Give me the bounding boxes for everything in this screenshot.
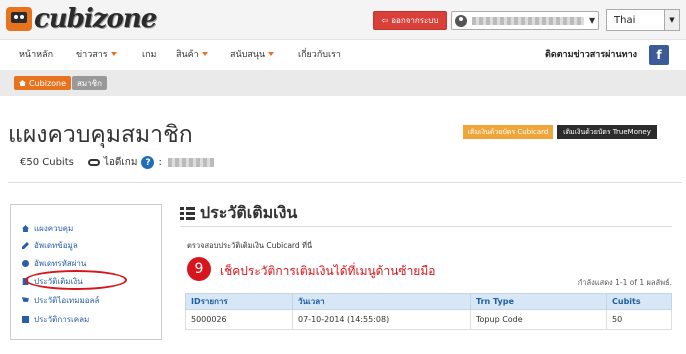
divider (180, 226, 672, 227)
nav-item-label: เกี่ยวกับเรา (298, 50, 341, 60)
sidebar-item-label: อัพเดทรหัสผ่าน (34, 259, 87, 268)
page-title: แผงควบคุมสมาชิก (8, 122, 193, 148)
list-icon (180, 207, 195, 220)
breadcrumb-current: สมาชิก (72, 76, 107, 90)
logout-label: ออกจากระบบ (391, 16, 439, 25)
cell-id: 5000026 (185, 309, 293, 330)
sidebar-item-update-password[interactable]: อัพเดทรหัสผ่าน (22, 257, 86, 270)
nav-item-support[interactable]: สนับสนุน (230, 47, 275, 61)
chevron-down-icon: ▼ (664, 10, 679, 30)
logout-button[interactable]: ⇦ ออกจากระบบ (373, 11, 447, 30)
logout-icon: ⇦ (381, 16, 389, 25)
gamepad-icon (87, 159, 100, 166)
annotation-highlight-oval (25, 270, 127, 290)
topup-history-table: IDรายการ วันเวลา Trn Type Cubits 5000026… (185, 293, 672, 330)
sidebar-item-update-profile[interactable]: อัพเดทข้อมูล (22, 239, 78, 252)
table-header-row: IDรายการ วันเวลา Trn Type Cubits (185, 293, 672, 310)
section-title-text: ประวัติเติมเงิน (200, 203, 298, 222)
sidebar-item-label: ประวัติไอเทมมอลล์ (34, 296, 100, 305)
section-description: ตรวจสอบประวัติเติมเงิน Cubicard ที่นี่ (187, 241, 313, 250)
caret-down-icon (110, 52, 117, 56)
nav-item-label: หน้าหลัก (19, 50, 54, 60)
gift-icon (22, 316, 29, 323)
main-nav: หน้าหลัก ข่าวสาร เกม สินค้า สนับสนุน เกี… (0, 41, 686, 66)
nav-item-label: สินค้า (176, 50, 199, 60)
follow-us-label: ติดตามข่าวสารผ่านทาง (545, 50, 638, 60)
game-id-redacted (167, 158, 214, 167)
column-header-id[interactable]: IDรายการ (185, 293, 293, 310)
topup-cubicard-button[interactable]: เติมเงินด้วยบัตร Cubicard (463, 125, 553, 139)
section-title: ประวัติเติมเงิน (180, 201, 297, 226)
language-select[interactable]: Thai ▼ (606, 9, 680, 31)
sidebar-item-label: ประวัติการเคลม (34, 315, 90, 324)
breadcrumb-home-label: Cubizone (29, 78, 67, 88)
logo-text: cubizone (34, 4, 157, 34)
sidebar-item-dashboard[interactable]: แผงควบคุม (22, 222, 73, 235)
annotation-step-text: เช็คประวัติการเติมเงินได้ที่เมนูด้านซ้าย… (220, 264, 436, 278)
sidebar-item-label: แผงควบคุม (34, 224, 74, 233)
annotation-step-number: 9 (187, 257, 211, 281)
sidebar-item-itemmall-history[interactable]: ประวัติไอเทมมอลล์ (22, 294, 99, 307)
caret-down-icon (268, 52, 275, 56)
site-logo[interactable]: cubizone (6, 4, 157, 34)
facebook-icon[interactable]: f (649, 45, 669, 65)
nav-item-about[interactable]: เกี่ยวกับเรา (298, 47, 341, 61)
nav-item-news[interactable]: ข่าวสาร (76, 47, 117, 61)
sidebar-item-claim-history[interactable]: ประวัติการเคลม (22, 313, 89, 326)
profile-summary: €50 Cubits ไอดีเกม ? : (20, 155, 214, 170)
chevron-down-icon: ▼ (589, 16, 596, 25)
game-id-colon: : (158, 157, 162, 168)
nav-item-products[interactable]: สินค้า (176, 47, 208, 61)
logo-icon (6, 7, 32, 31)
cubits-balance: €50 Cubits (20, 157, 74, 168)
nav-item-label: เกม (142, 50, 157, 60)
top-bar: cubizone ⇦ ออกจากระบบ ▼ Thai ▼ (0, 0, 686, 40)
column-header-datetime[interactable]: วันเวลา (292, 293, 471, 310)
cart-icon (22, 297, 29, 302)
help-icon[interactable]: ? (141, 156, 155, 169)
cell-trn-type: Topup Code (470, 309, 607, 330)
breadcrumb: Cubizone สมาชิก (0, 70, 686, 96)
sidebar-item-label: อัพเดทข้อมูล (34, 241, 78, 250)
breadcrumb-home[interactable]: Cubizone (14, 76, 72, 90)
cell-datetime: 07-10-2014 (14:55:08) (292, 309, 471, 330)
divider (8, 182, 682, 183)
cell-cubits: 50 (606, 309, 672, 330)
table-row: 5000026 07-10-2014 (14:55:08) Topup Code… (185, 309, 672, 330)
user-account-select[interactable]: ▼ (451, 11, 599, 30)
user-icon (455, 14, 467, 27)
results-count: กำลังแสดง 1-1 of 1 ผลลัพธ์. (577, 278, 672, 287)
column-header-trn-type[interactable]: Trn Type (470, 293, 607, 310)
nav-item-games[interactable]: เกม (142, 47, 156, 61)
key-icon (22, 260, 29, 267)
column-header-cubits[interactable]: Cubits (606, 293, 672, 310)
username-redacted (472, 16, 584, 25)
edit-icon (22, 242, 29, 249)
game-id-label: ไอดีเกม (103, 157, 138, 168)
nav-item-label: ข่าวสาร (76, 50, 108, 60)
caret-down-icon (201, 52, 208, 56)
topup-truemoney-button[interactable]: เติมเงินด้วยบัตร TrueMoney (557, 125, 657, 139)
language-value: Thai (614, 14, 636, 26)
nav-item-home[interactable]: หน้าหลัก (19, 47, 53, 61)
home-icon (19, 80, 26, 86)
home-icon (22, 225, 29, 232)
nav-item-label: สนับสนุน (230, 50, 266, 60)
